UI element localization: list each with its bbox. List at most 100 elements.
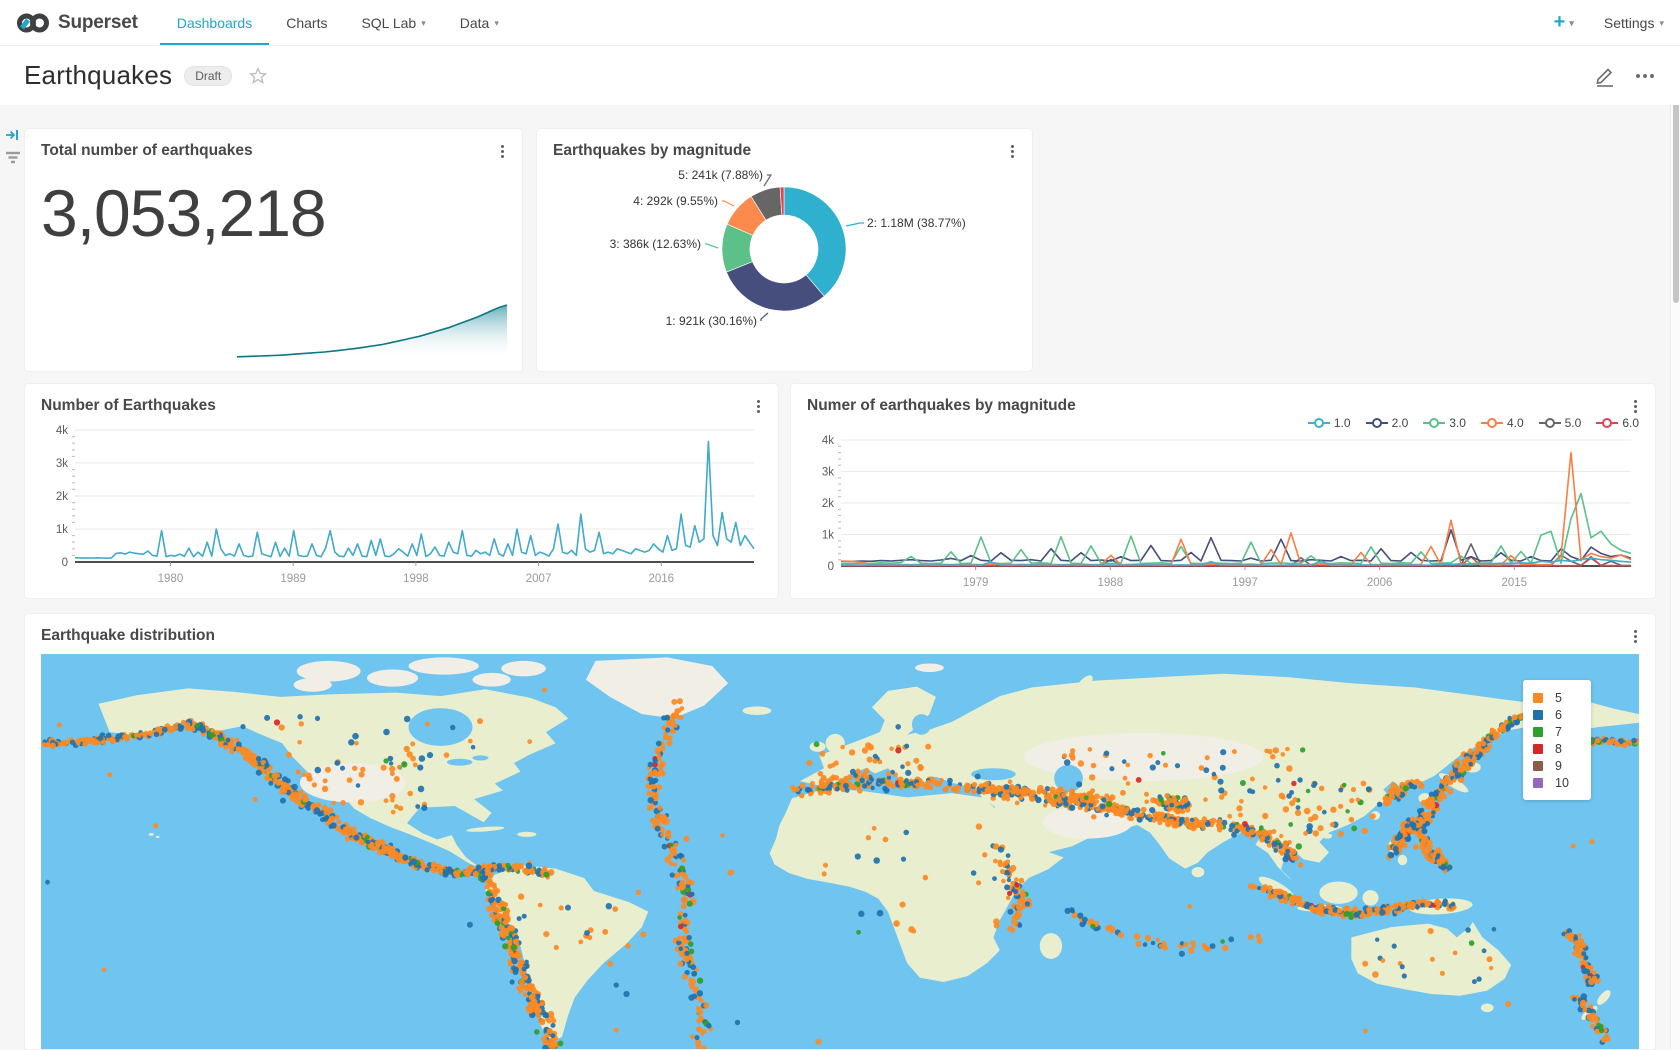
nav-item-label: Dashboards	[177, 15, 253, 31]
legend-label: 4.0	[1507, 416, 1524, 430]
chevron-down-icon: ▾	[1569, 18, 1574, 29]
legend-item-2.0[interactable]: 2.0	[1366, 416, 1409, 430]
x-axis-label: 1980	[158, 573, 184, 585]
legend-item-6.0[interactable]: 6.0	[1596, 416, 1639, 430]
map-legend-item-9[interactable]: 9	[1533, 757, 1581, 774]
legend-swatch-icon	[1533, 693, 1543, 703]
chart-title: Total number of earthquakes	[41, 142, 253, 160]
trendline-chart	[236, 301, 508, 361]
page-title: Earthquakes	[24, 60, 172, 91]
map-legend-item-6[interactable]: 6	[1533, 706, 1581, 723]
kebab-menu-icon[interactable]	[1628, 627, 1642, 645]
map-legend-item-8[interactable]: 8	[1533, 740, 1581, 757]
legend-marker-icon	[1539, 417, 1561, 429]
filter-icon[interactable]	[5, 151, 21, 169]
y-axis-label: 4k	[822, 435, 834, 447]
series-line-3.0	[841, 494, 1631, 564]
x-axis-label: 1989	[280, 573, 306, 585]
expand-filter-bar-icon[interactable]	[5, 128, 21, 147]
legend-item-4.0[interactable]: 4.0	[1481, 416, 1524, 430]
multi-line-chart: 01k2k3k4k19791988199720062015	[803, 430, 1645, 590]
y-axis-label: 3k	[56, 458, 68, 470]
plus-icon: +	[1554, 11, 1566, 34]
y-axis-label: 0	[828, 561, 834, 573]
superset-infinity-icon	[16, 11, 50, 35]
pie-label-line	[846, 223, 864, 226]
pie-label-line	[722, 201, 734, 206]
legend-label: 5.0	[1565, 416, 1582, 430]
legend-item-3.0[interactable]: 3.0	[1423, 416, 1466, 430]
pie-label: 3: 386k (12.63%)	[610, 237, 701, 251]
legend-item-5.0[interactable]: 5.0	[1539, 416, 1582, 430]
map-legend-item-10[interactable]: 10	[1533, 774, 1581, 791]
pie-label-line	[764, 175, 771, 186]
x-axis-label: 1979	[963, 577, 989, 589]
nav-item-charts[interactable]: Charts	[269, 0, 344, 45]
map-legend-item-7[interactable]: 7	[1533, 723, 1581, 740]
dashboard-header: Earthquakes Draft	[0, 46, 1680, 105]
card-earthquakes-by-magnitude: Earthquakes by magnitude 2: 1.18M (38.77…	[536, 128, 1033, 372]
x-axis-label: 2006	[1367, 577, 1393, 589]
legend-swatch-icon	[1533, 761, 1543, 771]
legend-label: 7	[1555, 725, 1562, 739]
line-chart: 01k2k3k4k19801989199820072016	[37, 416, 768, 586]
x-axis-label: 2007	[526, 573, 552, 585]
legend-label: 1.0	[1334, 416, 1351, 430]
world-map[interactable]: 56 7 89 10	[41, 654, 1639, 1049]
nav-item-label: Data	[460, 15, 490, 31]
legend-label: 6.0	[1622, 416, 1639, 430]
nav-item-sql-lab[interactable]: SQL Lab ▾	[344, 0, 442, 45]
chart-title: Earthquakes by magnitude	[553, 142, 751, 160]
pie-slice[interactable]	[726, 262, 824, 311]
legend-label: 10	[1555, 776, 1569, 790]
kebab-menu-icon[interactable]	[1628, 397, 1642, 415]
legend-marker-icon	[1423, 417, 1445, 429]
legend-marker-icon	[1308, 417, 1330, 429]
chart-title: Number of Earthquakes	[41, 397, 216, 415]
legend-marker-icon	[1481, 417, 1503, 429]
chevron-down-icon: ▾	[494, 18, 499, 29]
card-total-earthquakes: Total number of earthquakes 3,053,218	[24, 128, 523, 372]
legend-item-1.0[interactable]: 1.0	[1308, 416, 1351, 430]
new-item-button[interactable]: + ▾	[1554, 11, 1574, 34]
nav-item-dashboards[interactable]: Dashboards	[160, 0, 270, 45]
pie-label: 2: 1.18M (38.77%)	[867, 216, 966, 230]
pie-label: 4: 292k (9.55%)	[633, 194, 718, 208]
earthquake-dots	[41, 654, 1639, 1049]
nav-right: + ▾ Settings ▾	[1554, 0, 1664, 45]
x-axis-label: 1998	[403, 573, 429, 585]
legend-swatch-icon	[1533, 727, 1543, 737]
kebab-menu-icon[interactable]	[751, 397, 765, 415]
card-number-of-earthquakes: Number of Earthquakes 01k2k3k4k198019891…	[24, 383, 779, 599]
chevron-down-icon: ▾	[421, 18, 426, 29]
series-line-main	[75, 442, 754, 559]
kebab-menu-icon[interactable]	[495, 142, 509, 160]
superset-logo[interactable]: Superset	[16, 0, 138, 45]
legend-label: 3.0	[1449, 416, 1466, 430]
pie-label-line	[761, 313, 768, 321]
more-actions-icon[interactable]	[1636, 74, 1654, 78]
nav-item-data[interactable]: Data ▾	[443, 0, 516, 45]
chevron-down-icon: ▾	[1659, 18, 1664, 29]
edit-dashboard-icon[interactable]	[1594, 64, 1616, 88]
legend-swatch-icon	[1533, 744, 1543, 754]
y-axis-label: 0	[62, 557, 68, 569]
pie-label-line	[705, 244, 718, 248]
kebab-menu-icon[interactable]	[1005, 142, 1019, 160]
legend-label: 8	[1555, 742, 1562, 756]
nav-item-label: Charts	[286, 15, 327, 31]
x-axis-label: 2016	[648, 573, 674, 585]
map-legend-item-5[interactable]: 5	[1533, 689, 1581, 706]
nav-menu: Dashboards Charts SQL Lab ▾ Data ▾	[160, 0, 516, 45]
y-axis-label: 1k	[822, 530, 834, 542]
pie-slice[interactable]	[784, 187, 846, 296]
y-axis-label: 2k	[822, 498, 834, 510]
settings-menu[interactable]: Settings ▾	[1604, 15, 1664, 31]
brand-name: Superset	[58, 12, 138, 34]
chart-legend: 1.0 2.0 3.0 4.0 5.0 6.0	[1308, 416, 1639, 430]
legend-swatch-icon	[1533, 710, 1543, 720]
legend-label: 5	[1555, 691, 1562, 705]
card-earthquake-distribution: Earthquake distribution	[24, 613, 1656, 1050]
x-axis-label: 1997	[1232, 577, 1258, 589]
favorite-star-icon[interactable]	[248, 66, 268, 86]
